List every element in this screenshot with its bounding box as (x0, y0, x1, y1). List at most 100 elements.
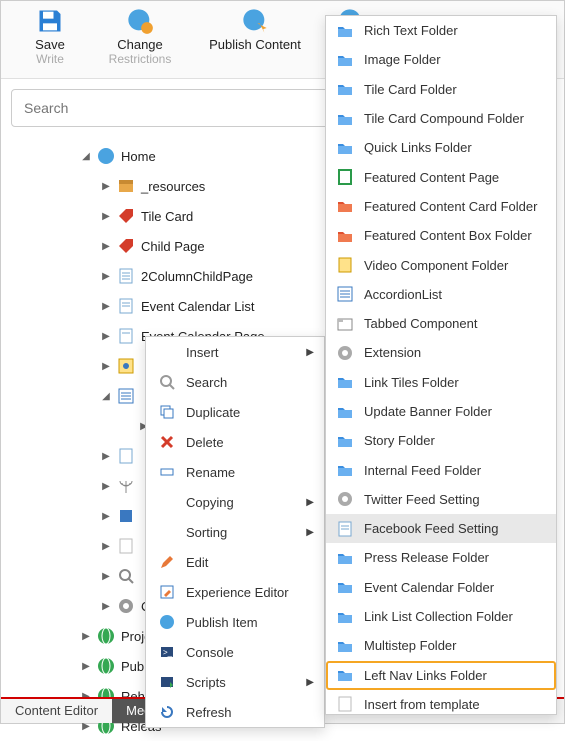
ctx-publish-item[interactable]: Publish Item (146, 607, 324, 637)
submenu-item[interactable]: Quick Links Folder (326, 133, 556, 162)
red-folder-icon (336, 197, 354, 215)
collapse-icon[interactable]: ◢ (81, 151, 91, 162)
submenu-arrow-icon: ▶ (306, 497, 314, 508)
blue-folder-icon (336, 432, 354, 450)
ctx-console[interactable]: >_ Console (146, 637, 324, 667)
submenu-label: Tile Card Compound Folder (364, 111, 524, 126)
node-label: _resources (141, 179, 205, 194)
ctx-label: Insert (186, 345, 219, 360)
submenu-item[interactable]: Featured Content Page (326, 162, 556, 191)
expand-icon[interactable]: ▶ (101, 601, 111, 612)
expand-icon[interactable]: ▶ (101, 541, 111, 552)
expand-icon[interactable]: ▶ (101, 271, 111, 282)
expand-icon[interactable]: ▶ (101, 361, 111, 372)
submenu-label: Internal Feed Folder (364, 463, 481, 478)
save-button[interactable]: Save Write (5, 1, 95, 66)
ctx-label: Rename (186, 465, 235, 480)
submenu-label: Link Tiles Folder (364, 375, 459, 390)
blue-folder-icon (336, 373, 354, 391)
submenu-item[interactable]: AccordionList (326, 280, 556, 309)
expand-icon[interactable]: ▶ (101, 331, 111, 342)
ctx-label: Sorting (186, 525, 227, 540)
submenu-item[interactable]: Featured Content Card Folder (326, 192, 556, 221)
submenu-item[interactable]: Video Component Folder (326, 250, 556, 279)
expand-icon[interactable]: ▶ (101, 241, 111, 252)
submenu-item[interactable]: Tile Card Compound Folder (326, 104, 556, 133)
yellow-page-icon (336, 256, 354, 274)
publish-content-button[interactable]: Publish Content (185, 1, 325, 52)
expand-icon[interactable]: ▶ (101, 511, 111, 522)
list-icon (117, 387, 135, 405)
ctx-label: Copying (186, 495, 234, 510)
submenu-item[interactable]: Featured Content Box Folder (326, 221, 556, 250)
ctx-duplicate[interactable]: Duplicate (146, 397, 324, 427)
expand-icon[interactable]: ▶ (101, 481, 111, 492)
ctx-label: Console (186, 645, 234, 660)
ctx-label: Duplicate (186, 405, 240, 420)
ctx-delete[interactable]: Delete (146, 427, 324, 457)
ctx-refresh[interactable]: Refresh (146, 697, 324, 727)
ctx-sorting[interactable]: Sorting ▶ (146, 517, 324, 547)
submenu-label: Multistep Folder (364, 638, 456, 653)
collapse-icon[interactable]: ◢ (101, 391, 111, 402)
expand-icon[interactable]: ▶ (81, 631, 91, 642)
submenu-label: Rich Text Folder (364, 23, 458, 38)
insert-submenu: Rich Text Folder Image FolderTile Card Fo… (325, 15, 557, 715)
expand-icon[interactable]: ▶ (101, 211, 111, 222)
submenu-label: Extension (364, 345, 421, 360)
globe-green-icon (97, 627, 115, 645)
submenu-item[interactable]: Extension (326, 338, 556, 367)
change-label: Change (107, 37, 173, 52)
submenu-item[interactable]: Twitter Feed Setting (326, 485, 556, 514)
submenu-item[interactable]: Rich Text Folder (326, 16, 556, 45)
doc-icon (117, 267, 135, 285)
submenu-item[interactable]: Tabbed Component (326, 309, 556, 338)
doc-icon-empty (117, 537, 135, 555)
ctx-insert[interactable]: Insert ▶ (146, 337, 324, 367)
submenu-item[interactable]: Link List Collection Folder (326, 602, 556, 631)
submenu-label: Insert from template (364, 697, 480, 712)
expand-icon[interactable]: ▶ (101, 181, 111, 192)
ctx-search[interactable]: Search (146, 367, 324, 397)
submenu-item[interactable]: Internal Feed Folder (326, 455, 556, 484)
submenu-item[interactable]: Event Calendar Folder (326, 573, 556, 602)
submenu-item[interactable]: Multistep Folder (326, 631, 556, 660)
expand-icon[interactable]: ▶ (81, 661, 91, 672)
ctx-edit[interactable]: Edit (146, 547, 324, 577)
submenu-item[interactable]: Left Nav Links Folder (326, 661, 556, 690)
expand-icon[interactable]: ▶ (101, 451, 111, 462)
submenu-label: Link List Collection Folder (364, 609, 513, 624)
submenu-label: Twitter Feed Setting (364, 492, 480, 507)
ctx-rename[interactable]: Rename (146, 457, 324, 487)
submenu-item[interactable]: Story Folder (326, 426, 556, 455)
ctx-copying[interactable]: Copying ▶ (146, 487, 324, 517)
change-restrictions-button[interactable]: Change Restrictions (95, 1, 185, 66)
page-edit-icon (158, 583, 176, 601)
blue-folder-icon (336, 51, 354, 69)
tab-content-editor[interactable]: Content Editor (1, 699, 112, 723)
search-icon (158, 373, 176, 391)
submenu-label: Tabbed Component (364, 316, 477, 331)
ctx-experience-editor[interactable]: Experience Editor (146, 577, 324, 607)
submenu-item[interactable]: Press Release Folder (326, 543, 556, 572)
gear-icon (336, 344, 354, 362)
submenu-label: Quick Links Folder (364, 140, 472, 155)
ctx-label: Search (186, 375, 227, 390)
submenu-label: Featured Content Page (364, 170, 499, 185)
expand-icon[interactable]: ▶ (101, 571, 111, 582)
blue-folder-icon (336, 549, 354, 567)
expand-icon[interactable]: ▶ (101, 301, 111, 312)
submenu-item[interactable]: Link Tiles Folder (326, 368, 556, 397)
red-tag-icon (117, 237, 135, 255)
submenu-item[interactable]: Update Banner Folder (326, 397, 556, 426)
submenu-item[interactable]: Insert from template (326, 690, 556, 719)
blue-folder-icon (336, 666, 354, 684)
ctx-scripts[interactable]: Scripts ▶ (146, 667, 324, 697)
red-tag-icon (117, 207, 135, 225)
submenu-label: Featured Content Card Folder (364, 199, 537, 214)
submenu-item[interactable]: Tile Card Folder (326, 75, 556, 104)
submenu-label: Update Banner Folder (364, 404, 492, 419)
submenu-item[interactable]: Image Folder (326, 45, 556, 74)
box-icon (117, 177, 135, 195)
submenu-item[interactable]: Facebook Feed Setting (326, 514, 556, 543)
